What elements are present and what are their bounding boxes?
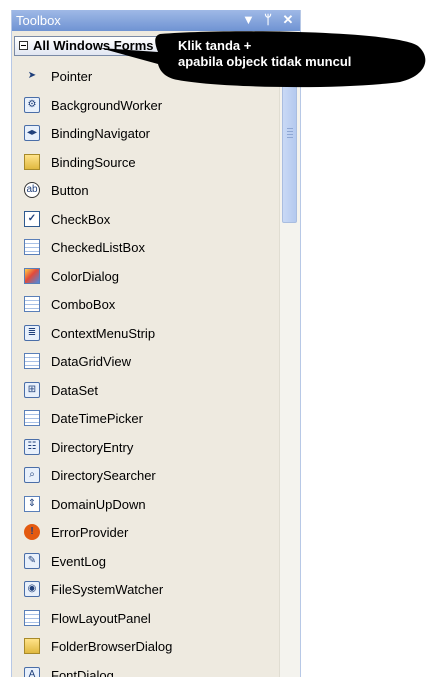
collapse-minus-icon[interactable] (19, 41, 28, 50)
toolbox-item-label: DateTimePicker (51, 411, 143, 426)
annotation-callout: Klik tanda + apabila objeck tidak muncul (100, 30, 429, 88)
toolbox-item-errorprovider[interactable]: ! ErrorProvider (12, 518, 278, 547)
color-dialog-icon (24, 267, 40, 284)
toolbox-item-label: CheckedListBox (51, 240, 145, 255)
close-icon[interactable]: ✕ (282, 12, 294, 28)
toolbox-item-label: DataGridView (51, 354, 131, 369)
event-log-icon: ✎ (24, 552, 40, 569)
toolbox-item-domainupdown[interactable]: ⇕ DomainUpDown (12, 490, 278, 519)
date-time-picker-icon (24, 410, 40, 426)
toolbox-item-label: Button (51, 183, 89, 198)
error-provider-icon: ! (24, 524, 40, 540)
domain-up-down-icon: ⇕ (24, 495, 40, 512)
toolbox-panel: Toolbox ▼ ᛘ ✕ All Windows Forms ➤ Pointe… (11, 10, 301, 677)
toolbox-item-label: Pointer (51, 69, 93, 84)
toolbox-item-checkedlistbox[interactable]: CheckedListBox (12, 233, 278, 262)
toolbox-item-checkbox[interactable]: ✓ CheckBox (12, 205, 278, 234)
background-worker-icon: ⚙ (24, 96, 40, 113)
toolbox-title: Toolbox (16, 13, 61, 28)
toolbox-titlebar: Toolbox ▼ ᛘ ✕ (12, 10, 300, 31)
toolbox-item-datetimepicker[interactable]: DateTimePicker (12, 404, 278, 433)
toolbox-item-folderbrowserdialog[interactable]: FolderBrowserDialog (12, 632, 278, 661)
callout-line-1: Klik tanda + (178, 38, 252, 53)
directory-searcher-icon: ⌕ (24, 467, 40, 483)
titlebar-controls: ▼ ᛘ ✕ (242, 12, 294, 28)
toolbox-item-label: DirectoryEntry (51, 439, 134, 455)
binding-source-icon (24, 153, 40, 170)
button-icon: ab (24, 182, 40, 198)
toolbox-item-label: FolderBrowserDialog (51, 639, 173, 654)
vertical-scrollbar[interactable] (279, 31, 300, 677)
flow-layout-panel-icon (24, 609, 40, 626)
toolbox-item-bindingnavigator[interactable]: ◂▸ BindingNavigator (12, 119, 278, 148)
pin-icon[interactable]: ᛘ (262, 12, 274, 28)
pointer-icon: ➤ (27, 70, 37, 81)
file-system-watcher-icon: ◉ (24, 581, 40, 597)
toolbox-item-label: ContextMenuStrip (51, 325, 156, 341)
directory-entry-icon: ☷ (24, 438, 40, 455)
binding-navigator-icon: ◂▸ (24, 125, 40, 141)
toolbox-item-backgroundworker[interactable]: ⚙ BackgroundWorker (12, 91, 278, 120)
checked-list-box-icon (24, 239, 40, 255)
toolbox-item-filesystemwatcher[interactable]: ◉ FileSystemWatcher (12, 575, 278, 604)
callout-text: Klik tanda + apabila objeck tidak muncul (178, 38, 351, 70)
toolbox-item-bindingsource[interactable]: BindingSource (12, 148, 278, 177)
toolbox-item-label: FontDialog (51, 667, 114, 677)
toolbox-item-label: FileSystemWatcher (51, 582, 164, 597)
data-grid-view-icon (24, 353, 40, 369)
toolbox-item-label: ColorDialog (51, 268, 119, 284)
toolbox-item-contextmenustrip[interactable]: ≣ ContextMenuStrip (12, 319, 278, 348)
toolbox-item-button[interactable]: ab Button (12, 176, 278, 205)
callout-line-2: apabila objeck tidak muncul (178, 54, 352, 69)
toolbox-item-list: ➤ Pointer ⚙ BackgroundWorker ◂▸ BindingN… (12, 62, 278, 677)
toolbox-item-label: EventLog (51, 553, 106, 569)
toolbox-item-colordialog[interactable]: ColorDialog (12, 262, 278, 291)
toolbox-item-flowlayoutpanel[interactable]: FlowLayoutPanel (12, 604, 278, 633)
toolbox-item-label: DomainUpDown (51, 496, 146, 512)
toolbox-item-eventlog[interactable]: ✎ EventLog (12, 547, 278, 576)
toolbox-item-label: BackgroundWorker (51, 97, 163, 113)
toolbox-item-label: BindingSource (51, 154, 136, 170)
toolbox-item-combobox[interactable]: ComboBox (12, 290, 278, 319)
context-menu-strip-icon: ≣ (24, 324, 40, 341)
toolbox-item-directoryentry[interactable]: ☷ DirectoryEntry (12, 433, 278, 462)
toolbox-item-fontdialog[interactable]: A FontDialog (12, 661, 278, 677)
font-dialog-icon: A (24, 666, 40, 677)
toolbox-item-dataset[interactable]: ⊞ DataSet (12, 376, 278, 405)
toolbox-item-label: DirectorySearcher (51, 468, 156, 483)
scrollbar-grip-icon (287, 128, 293, 138)
toolbox-item-datagridview[interactable]: DataGridView (12, 347, 278, 376)
toolbox-item-label: ComboBox (51, 297, 116, 312)
dataset-icon: ⊞ (24, 381, 40, 398)
checkbox-icon: ✓ (24, 210, 40, 227)
toolbox-item-label: CheckBox (51, 211, 111, 227)
toolbox-item-label: FlowLayoutPanel (51, 610, 151, 626)
toolbox-item-label: DataSet (51, 382, 98, 398)
combobox-icon (24, 296, 40, 312)
chevron-down-icon[interactable]: ▼ (242, 12, 255, 28)
folder-browser-dialog-icon (24, 638, 40, 654)
toolbox-item-label: ErrorProvider (51, 525, 129, 540)
toolbox-item-directorysearcher[interactable]: ⌕ DirectorySearcher (12, 461, 278, 490)
toolbox-item-label: BindingNavigator (51, 126, 151, 141)
